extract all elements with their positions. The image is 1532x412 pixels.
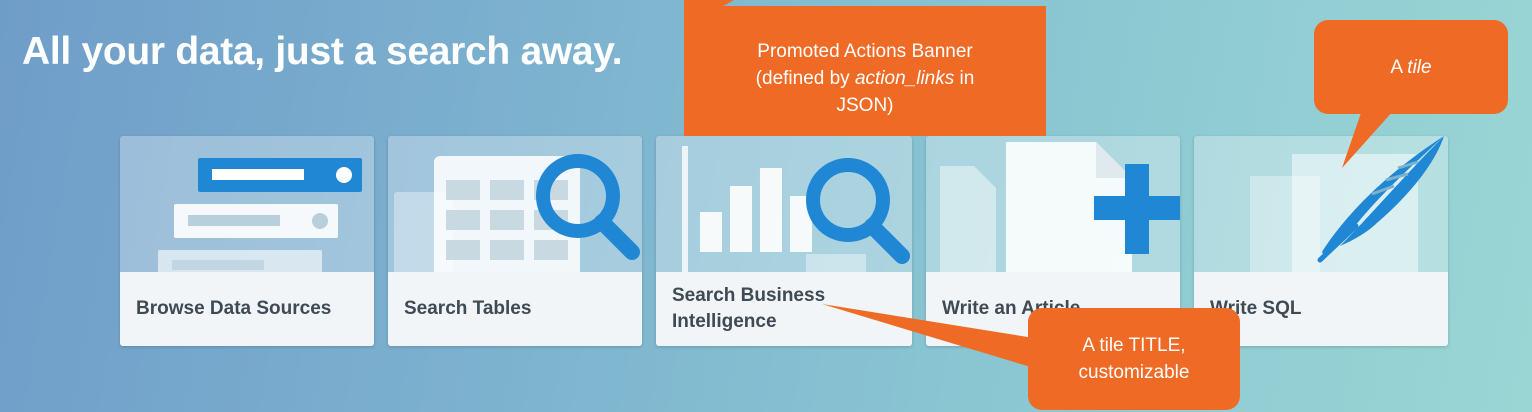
tile-search-tables[interactable]: Search Tables <box>388 136 642 346</box>
callout-banner-line3: JSON) <box>836 95 894 116</box>
callout-tile-text: A tile <box>1390 57 1432 78</box>
callout-title-line1: A tile TITLE, <box>1082 335 1186 356</box>
tile-title-bar: Search Business Intelligence <box>656 272 912 346</box>
quill-icon <box>1194 136 1448 272</box>
tile-title: Browse Data Sources <box>136 298 332 319</box>
tile-title: Write SQL <box>1210 298 1302 319</box>
callout-banner-line2: (defined by action_links in <box>755 68 975 89</box>
chart-search-icon <box>656 136 912 272</box>
callout-banner-line1: Promoted Actions Banner <box>757 41 973 62</box>
tile-title-bar: Search Tables <box>388 272 642 346</box>
document-plus-icon <box>926 136 1180 272</box>
tile-browse-data-sources[interactable]: Browse Data Sources <box>120 136 374 346</box>
callout-title-annotation: A tile TITLE, customizable <box>822 304 1240 410</box>
table-search-icon <box>388 136 642 272</box>
server-stack-icon <box>120 136 374 272</box>
promoted-actions-banner: All your data, just a search away. Brows… <box>0 0 1532 412</box>
callout-title-line2: customizable <box>1078 362 1190 383</box>
tile-title: Search Tables <box>404 298 532 319</box>
tile-title-bar: Browse Data Sources <box>120 272 374 346</box>
callout-tile-annotation: A tile <box>1314 20 1508 168</box>
callout-banner-annotation: Promoted Actions Banner (defined by acti… <box>684 0 1046 136</box>
banner-headline: All your data, just a search away. <box>22 30 623 73</box>
